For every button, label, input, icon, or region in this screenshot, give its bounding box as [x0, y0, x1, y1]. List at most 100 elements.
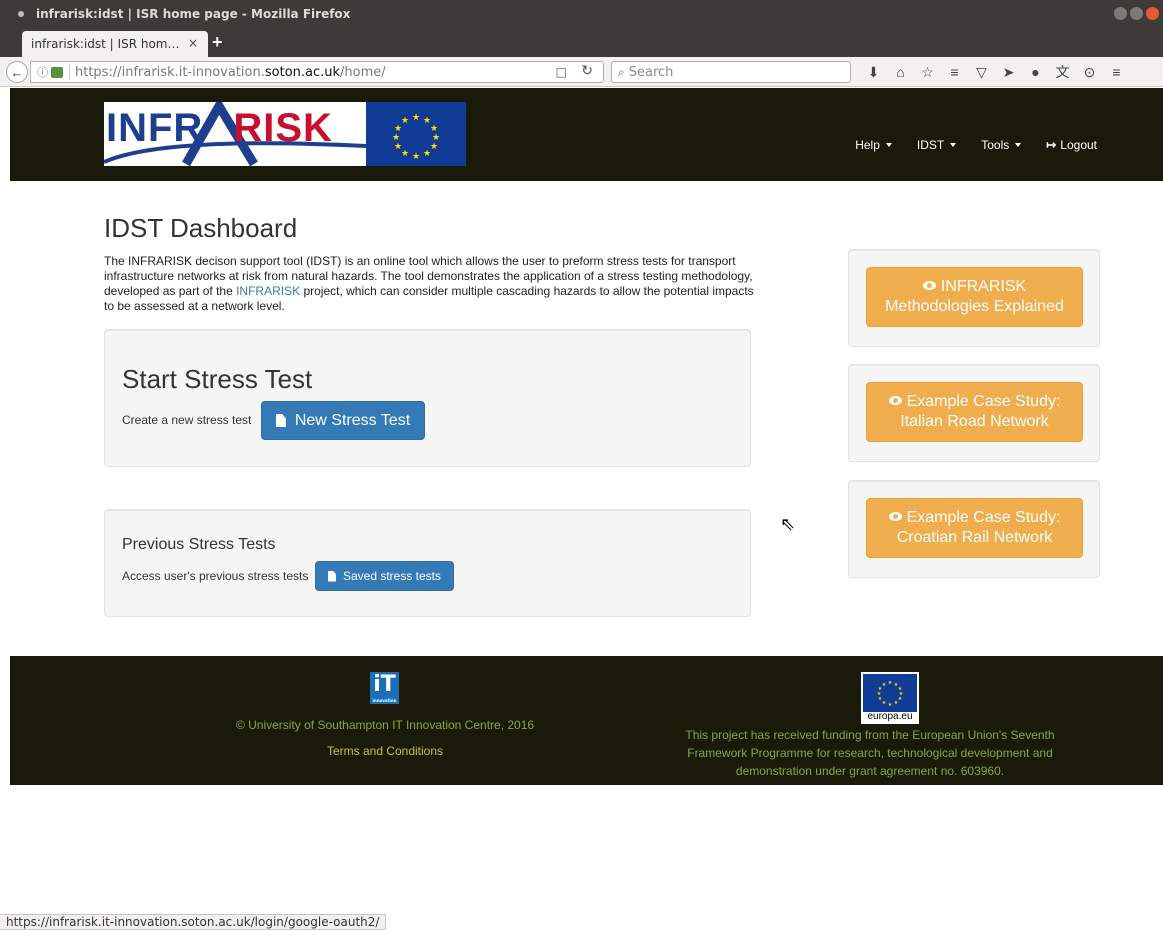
bookmarks-list-icon[interactable]: ≡: [941, 64, 968, 80]
it-logo-text: iT: [373, 672, 396, 697]
methodologies-line1: INFRARISK: [940, 278, 1027, 295]
eu-flag-icon: ★ ★ ★ ★ ★ ★ ★ ★ ★ ★ ★ ★: [863, 674, 917, 712]
nav-idst[interactable]: IDST: [916, 138, 957, 152]
funding-line2: Framework Programme for research, techno…: [687, 746, 1053, 760]
europa-eu-logo[interactable]: ★ ★ ★ ★ ★ ★ ★ ★ ★ ★ ★ ★ europa.eu: [861, 672, 919, 724]
back-button[interactable]: ←: [6, 61, 28, 83]
chat-icon[interactable]: ●: [1022, 64, 1049, 80]
search-icon: ⌕: [618, 64, 625, 79]
europa-eu-caption: europa.eu: [867, 711, 913, 722]
top-nav: Help IDST Tools ↦ Logout: [830, 138, 1097, 152]
back-arrow-icon: ←: [10, 64, 24, 80]
croatian-case-line2: Croatian Rail Network: [896, 529, 1053, 546]
nav-help[interactable]: Help: [855, 138, 892, 152]
methodologies-button[interactable]: INFRARISK Methodologies Explained: [866, 267, 1083, 327]
file-icon: [275, 414, 286, 427]
url-suffix: /home/: [340, 64, 386, 80]
svg-text:★: ★: [888, 680, 893, 686]
saved-stress-tests-button[interactable]: Saved stress tests: [315, 561, 454, 591]
intro-text: The INFRARISK decison support tool (IDST…: [104, 254, 759, 314]
svg-text:★: ★: [882, 682, 887, 688]
bookmark-star-icon[interactable]: ☆: [914, 64, 941, 81]
italian-case-line1: Example Case Study:: [906, 393, 1061, 410]
new-tab-button[interactable]: +: [212, 31, 223, 53]
start-stress-test-title: Start Stress Test: [122, 364, 313, 394]
infrarisk-link[interactable]: INFRARISK: [236, 284, 300, 298]
search-placeholder: Search: [628, 64, 674, 80]
pocket-icon[interactable]: ▽: [968, 64, 995, 81]
eu-flag-logo: ★ ★ ★ ★ ★ ★ ★ ★ ★ ★ ★ ★: [366, 102, 466, 166]
caret-down-icon: [885, 143, 892, 147]
svg-text:★: ★: [401, 116, 409, 126]
saved-stress-tests-label: Saved stress tests: [342, 569, 442, 583]
tab-close-icon[interactable]: ×: [188, 36, 198, 50]
new-stress-test-label: New Stress Test: [294, 411, 411, 429]
download-icon[interactable]: ⬇: [860, 64, 887, 81]
svg-text:★: ★: [412, 113, 420, 123]
funding-line3: demonstration under grant agreement no. …: [735, 764, 1005, 778]
url-prefix: https://infrarisk.it-innovation.: [75, 64, 265, 80]
eye-icon: [888, 512, 902, 521]
status-bar: https://infrarisk.it-innovation.soton.ac…: [0, 914, 387, 930]
croatian-case-line1: Example Case Study:: [906, 509, 1061, 526]
site-header: INFR RISK ★ ★ ★ ★ ★ ★ ★ ★ ★ ★ ★ ★ Help IDST Tools…: [10, 88, 1163, 181]
nav-tools[interactable]: Tools: [981, 138, 1022, 152]
logo-text-b: RISK: [233, 106, 333, 150]
croatian-case-study-panel: Example Case Study: Croatian Rail Networ…: [848, 480, 1100, 578]
menu-icon[interactable]: ≡: [1103, 64, 1130, 80]
nav-logout-label: Logout: [1060, 138, 1097, 152]
svg-text:★: ★: [898, 696, 903, 702]
url-separator: [69, 65, 70, 79]
site-info-icon[interactable]: ⓘ: [37, 64, 48, 80]
methodologies-panel: INFRARISK Methodologies Explained: [848, 249, 1100, 347]
caret-down-icon: [1015, 143, 1022, 147]
eu-stars-small-icon: ★ ★★ ★★★ ★★★ ★★★: [877, 680, 904, 708]
minimize-icon[interactable]: [1114, 7, 1127, 20]
reader-view-icon[interactable]: □: [556, 65, 567, 79]
home-icon[interactable]: ⌂: [887, 64, 914, 80]
eu-stars-icon: ★ ★★ ★★★ ★★★ ★★★: [392, 113, 440, 162]
browser-toolbar: ← ⓘ https://infrarisk.it-innovation. soto…: [0, 57, 1163, 87]
send-icon[interactable]: ➤: [995, 64, 1022, 81]
previous-stress-tests-desc: Access user's previous stress tests: [122, 569, 309, 583]
account-icon[interactable]: ⊙: [1076, 64, 1103, 81]
svg-text:★: ★: [401, 149, 409, 159]
url-bar[interactable]: ⓘ https://infrarisk.it-innovation. soton.…: [30, 61, 604, 83]
caret-down-icon: [950, 143, 957, 147]
methodologies-line2: Methodologies Explained: [885, 298, 1064, 315]
italian-case-study-panel: Example Case Study: Italian Road Network: [848, 364, 1100, 462]
eye-icon: [888, 396, 902, 405]
nav-tools-label: Tools: [981, 138, 1010, 152]
window-title: infrarisk:idst | ISR home page - Mozilla…: [36, 7, 351, 21]
nav-idst-label: IDST: [916, 138, 945, 152]
nav-help-label: Help: [855, 138, 880, 152]
start-stress-test-panel: Start Stress Test Create a new stress te…: [104, 329, 751, 467]
infrarisk-logo[interactable]: INFR RISK: [104, 102, 366, 166]
site-footer: iT innovation © University of Southampton…: [10, 656, 1163, 785]
translate-icon[interactable]: 文: [1049, 62, 1076, 82]
new-stress-test-button[interactable]: New Stress Test: [261, 401, 425, 440]
funding-line1: This project has received funding from t…: [685, 728, 1055, 742]
croatian-rail-case-study-button[interactable]: Example Case Study: Croatian Rail Networ…: [866, 498, 1083, 558]
search-input[interactable]: ⌕ Search: [611, 61, 851, 83]
italian-road-case-study-button[interactable]: Example Case Study: Italian Road Network: [866, 382, 1083, 442]
maximize-icon[interactable]: [1130, 7, 1143, 20]
svg-text:★: ★: [430, 142, 438, 152]
it-logo-small-text: innovation: [372, 698, 397, 703]
funding-text: This project has received funding from t…: [640, 726, 1100, 780]
it-innovation-logo: iT innovation: [370, 672, 399, 704]
italian-case-line2: Italian Road Network: [900, 413, 1049, 430]
logo-text-a: INFR: [106, 106, 204, 150]
nav-logout[interactable]: ↦ Logout: [1046, 138, 1097, 152]
previous-stress-tests-title: Previous Stress Tests: [122, 536, 276, 553]
svg-text:★: ★: [423, 149, 431, 159]
browser-tab[interactable]: infrarisk:idst | ISR hom… ×: [22, 31, 208, 57]
lock-icon[interactable]: [51, 66, 63, 78]
reload-icon[interactable]: ↻: [581, 63, 593, 79]
svg-text:★: ★: [888, 702, 893, 708]
toolbar-icons: ⬇ ⌂ ☆ ≡ ▽ ➤ ● 文 ⊙ ≡: [860, 61, 1130, 83]
previous-stress-tests-panel: Previous Stress Tests Access user's prev…: [104, 509, 751, 617]
window-close-icon[interactable]: [1146, 7, 1159, 20]
tab-title: infrarisk:idst | ISR hom…: [31, 37, 180, 51]
logout-icon: ↦: [1046, 138, 1057, 152]
